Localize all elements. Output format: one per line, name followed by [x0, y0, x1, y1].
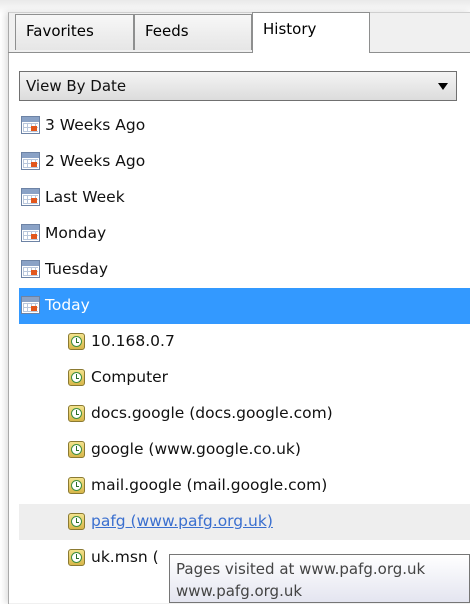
history-site-label: pafg (www.pafg.org.uk) [91, 512, 273, 530]
tab-strip-border [8, 52, 470, 53]
history-clock-icon [68, 477, 85, 494]
history-site-label: mail.google (mail.google.com) [91, 476, 328, 494]
history-group-tuesday[interactable]: Tuesday [19, 252, 470, 288]
history-group-today[interactable]: Today [19, 288, 470, 324]
history-site-label: docs.google (docs.google.com) [91, 404, 333, 422]
history-site-item[interactable]: google (www.google.co.uk) [19, 432, 470, 468]
calendar-icon [21, 188, 40, 206]
tab-history-label: History [263, 20, 317, 38]
tab-history[interactable]: History [252, 12, 370, 53]
history-clock-icon [68, 369, 85, 386]
history-group-3-weeks-ago[interactable]: 3 Weeks Ago [19, 108, 470, 144]
calendar-icon [21, 296, 40, 314]
calendar-icon [21, 152, 40, 170]
view-by-dropdown[interactable]: View By Date [19, 71, 457, 101]
history-clock-icon [68, 513, 85, 530]
history-clock-icon [68, 333, 85, 350]
tab-feeds-label: Feeds [145, 22, 189, 40]
history-site-item[interactable]: docs.google (docs.google.com) [19, 396, 470, 432]
dropdown-arrow-icon[interactable] [438, 83, 448, 90]
calendar-icon [21, 224, 40, 242]
history-group-2-weeks-ago[interactable]: 2 Weeks Ago [19, 144, 470, 180]
tooltip-url: www.pafg.org.uk [176, 582, 303, 600]
history-tree: 3 Weeks Ago 2 Weeks Ago Last Week Monday… [19, 108, 470, 576]
history-clock-icon [68, 441, 85, 458]
tab-favorites[interactable]: Favorites [15, 14, 134, 50]
site-tooltip: Pages visited at www.pafg.org.uk www.paf… [169, 554, 470, 603]
history-site-item-hovered[interactable]: pafg (www.pafg.org.uk) [19, 504, 470, 540]
tab-favorites-label: Favorites [26, 22, 94, 40]
history-site-item[interactable]: Computer [19, 360, 470, 396]
history-group-label: Today [45, 296, 90, 314]
history-clock-icon [68, 549, 85, 566]
history-site-label: google (www.google.co.uk) [91, 440, 301, 458]
history-group-label: 3 Weeks Ago [45, 116, 146, 134]
history-site-label: Computer [91, 368, 169, 386]
history-group-monday[interactable]: Monday [19, 216, 470, 252]
history-group-label: Last Week [45, 188, 125, 206]
tooltip-title: Pages visited at www.pafg.org.uk [176, 560, 426, 578]
history-group-label: 2 Weeks Ago [45, 152, 146, 170]
history-group-label: Monday [45, 224, 107, 242]
history-site-label: 10.168.0.7 [91, 332, 175, 350]
calendar-icon [21, 260, 40, 278]
history-site-label: uk.msn ( [91, 548, 159, 566]
history-group-last-week[interactable]: Last Week [19, 180, 470, 216]
view-by-value: View By Date [26, 77, 127, 95]
history-group-label: Tuesday [45, 260, 109, 278]
history-site-item[interactable]: mail.google (mail.google.com) [19, 468, 470, 504]
tab-feeds[interactable]: Feeds [134, 14, 252, 50]
history-clock-icon [68, 405, 85, 422]
calendar-icon [21, 116, 40, 134]
history-site-item[interactable]: 10.168.0.7 [19, 324, 470, 360]
